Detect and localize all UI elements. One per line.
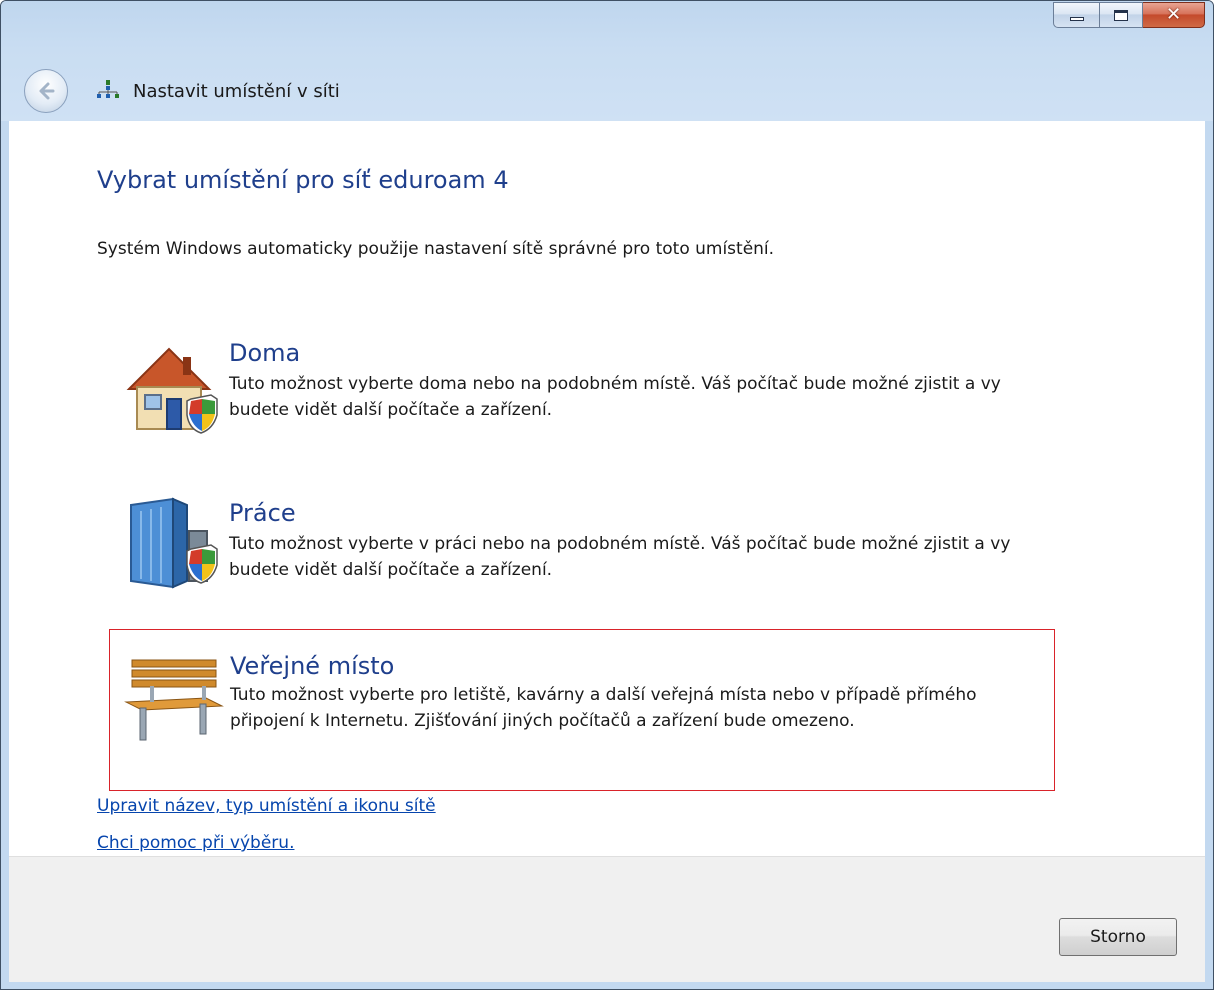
- option-public[interactable]: Veřejné místo Tuto možnost vyberte pro l…: [109, 629, 1055, 791]
- caption-buttons: ✕: [1053, 2, 1205, 28]
- page-description: Systém Windows automaticky použije nasta…: [97, 239, 775, 259]
- back-button[interactable]: [24, 69, 68, 113]
- option-description: Tuto možnost vyberte doma nebo na podobn…: [229, 374, 1001, 420]
- option-home[interactable]: Doma Tuto možnost vyberte doma nebo na p…: [109, 331, 1055, 461]
- back-arrow-icon: [39, 82, 55, 100]
- minimize-icon: [1069, 17, 1084, 21]
- nav-title: Nastavit umístění v síti: [93, 77, 340, 105]
- help-choosing-link[interactable]: Chci pomoc při výběru.: [97, 833, 294, 853]
- window-title: Nastavit umístění v síti: [133, 80, 340, 102]
- close-button[interactable]: ✕: [1143, 2, 1205, 28]
- network-icon: [97, 80, 119, 98]
- maximize-icon: [1114, 9, 1128, 21]
- office-building-shield-icon: [130, 497, 218, 589]
- maximize-button[interactable]: [1099, 2, 1143, 28]
- house-shield-icon: [126, 347, 218, 434]
- option-title: Práce: [229, 499, 296, 527]
- page-heading: Vybrat umístění pro síť eduroam 4: [97, 166, 509, 194]
- option-title: Veřejné místo: [230, 652, 395, 680]
- option-description: Tuto možnost vyberte pro letiště, kavárn…: [230, 685, 977, 731]
- park-bench-icon: [124, 659, 224, 741]
- dialog-window: ✕ Nastavit umístění v síti Vybrat umístě…: [0, 0, 1214, 990]
- option-work[interactable]: Práce Tuto možnost vyberte v práci nebo …: [109, 491, 1055, 621]
- option-description: Tuto možnost vyberte v práci nebo na pod…: [229, 534, 1011, 580]
- option-title: Doma: [229, 339, 301, 367]
- close-icon: ✕: [1165, 4, 1182, 25]
- footer: Storno: [9, 856, 1205, 982]
- content-area: Vybrat umístění pro síť eduroam 4 Systém…: [9, 121, 1205, 856]
- title-bar[interactable]: ✕ Nastavit umístění v síti: [1, 1, 1213, 121]
- customize-network-link[interactable]: Upravit název, typ umístění a ikonu sítě: [97, 796, 436, 816]
- cancel-button[interactable]: Storno: [1059, 918, 1177, 956]
- minimize-button[interactable]: [1053, 2, 1099, 28]
